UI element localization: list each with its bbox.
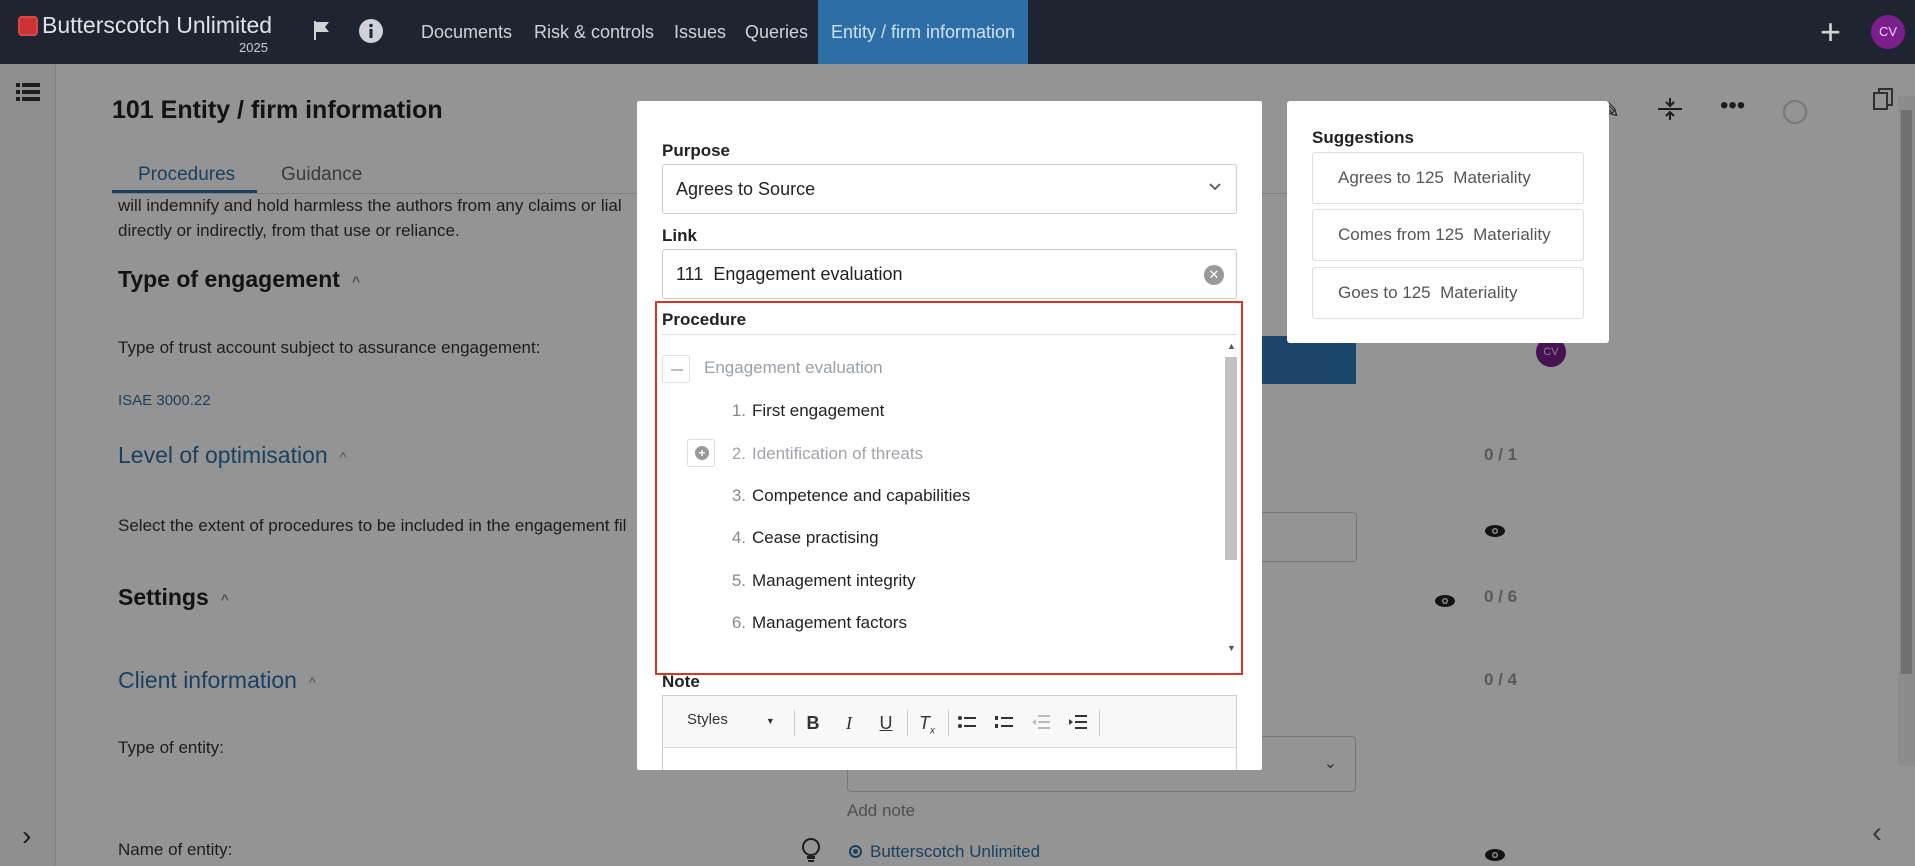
add-icon[interactable]: +	[1820, 14, 1841, 50]
styles-dropdown[interactable]: Styles ▼	[687, 711, 775, 728]
procedure-title: Management integrity	[752, 571, 916, 590]
bold-icon[interactable]: B	[800, 710, 826, 736]
editor-toolbar: Styles ▼ B I U Tx	[663, 696, 1236, 748]
procedure-title: Identification of threats	[752, 444, 924, 463]
expand-item-icon[interactable]	[687, 439, 715, 467]
clear-format-icon[interactable]: Tx	[914, 710, 940, 737]
suggestion-item[interactable]: Comes from 125 Materiality	[1312, 209, 1584, 261]
nav-documents[interactable]: Documents	[421, 0, 512, 64]
procedure-item[interactable]: 6. Management factors	[722, 613, 907, 643]
suggestions-panel: Suggestions Agrees to 125 Materiality Co…	[1287, 101, 1609, 343]
suggestion-item[interactable]: Goes to 125 Materiality	[1312, 267, 1584, 319]
procedure-tree: Engagement evaluation 1. First engagement…	[662, 334, 1237, 661]
purpose-select[interactable]: Agrees to Source	[662, 164, 1237, 214]
procedure-item[interactable]: 3. Competence and capabilities	[722, 486, 971, 516]
procedure-item[interactable]: 5. Management integrity	[722, 571, 916, 601]
underline-icon[interactable]: U	[873, 710, 899, 736]
flag-icon[interactable]	[308, 18, 336, 46]
scroll-down-icon[interactable]: ▼	[1227, 643, 1236, 653]
procedure-title: Cease practising	[752, 528, 879, 547]
purpose-value: Agrees to Source	[676, 179, 816, 199]
brand-logo-icon	[18, 16, 38, 36]
nav-risk-controls[interactable]: Risk & controls	[534, 0, 654, 64]
brand-name: Butterscotch Unlimited	[42, 12, 273, 38]
decrease-indent-icon[interactable]	[1028, 710, 1054, 736]
procedure-item[interactable]: 2. Identification of threats	[722, 444, 923, 474]
nav-issues[interactable]: Issues	[674, 0, 726, 64]
user-avatar[interactable]: CV	[1871, 15, 1905, 49]
collapse-group-icon[interactable]	[662, 355, 690, 383]
procedure-number: 1.	[731, 401, 746, 420]
toolbar-divider	[907, 710, 908, 736]
procedure-item[interactable]: 4. Cease practising	[722, 528, 879, 558]
suggestion-item[interactable]: Agrees to 125 Materiality	[1312, 152, 1584, 204]
procedure-number: 5.	[731, 571, 746, 590]
scrollbar-thumb[interactable]	[1225, 357, 1237, 560]
procedure-scrollbar[interactable]: ▲ ▼	[1224, 337, 1237, 659]
procedure-label: Procedure	[662, 310, 747, 329]
bulleted-list-icon[interactable]	[954, 710, 980, 736]
procedure-number: 6.	[731, 613, 746, 632]
link-input[interactable]: 111 Engagement evaluation ✕	[662, 249, 1237, 299]
top-navbar: Butterscotch Unlimited 2025 Documents Ri…	[0, 0, 1915, 64]
increase-indent-icon[interactable]	[1065, 710, 1091, 736]
purpose-label: Purpose	[662, 141, 731, 160]
chevron-down-icon	[1209, 183, 1221, 191]
brand-year: 2025	[239, 40, 268, 55]
info-icon[interactable]	[357, 18, 385, 46]
toolbar-divider	[1099, 710, 1100, 736]
procedure-section-highlight: Procedure Engagement evaluation 1. First …	[655, 301, 1243, 675]
caret-down-icon: ▼	[765, 716, 775, 726]
scroll-up-icon[interactable]: ▲	[1227, 341, 1236, 351]
link-value: 111 Engagement evaluation	[676, 264, 903, 284]
procedure-title: Competence and capabilities	[752, 486, 971, 505]
note-label: Note	[662, 672, 700, 691]
suggestions-title: Suggestions	[1312, 128, 1415, 147]
styles-label: Styles	[687, 711, 728, 728]
procedure-item[interactable]: 1. First engagement	[722, 401, 884, 431]
nav-queries[interactable]: Queries	[745, 0, 808, 64]
link-label: Link	[662, 226, 697, 245]
numbered-list-icon[interactable]	[991, 710, 1017, 736]
toolbar-divider	[948, 710, 949, 736]
italic-icon[interactable]: I	[836, 710, 862, 736]
procedure-parent[interactable]: Engagement evaluation	[704, 358, 883, 388]
procedure-title: Management factors	[752, 613, 907, 632]
procedure-number: 2.	[731, 444, 746, 463]
link-dialog: Purpose Agrees to Source Link 111 Engage…	[637, 101, 1262, 770]
procedure-title: First engagement	[752, 401, 885, 420]
procedure-number: 3.	[731, 486, 746, 505]
note-editor[interactable]: Styles ▼ B I U Tx	[662, 695, 1237, 770]
nav-entity-firm-information[interactable]: Entity / firm information	[818, 0, 1029, 64]
clear-icon[interactable]: ✕	[1204, 265, 1224, 285]
procedure-number: 4.	[731, 528, 746, 547]
toolbar-divider	[794, 710, 795, 736]
